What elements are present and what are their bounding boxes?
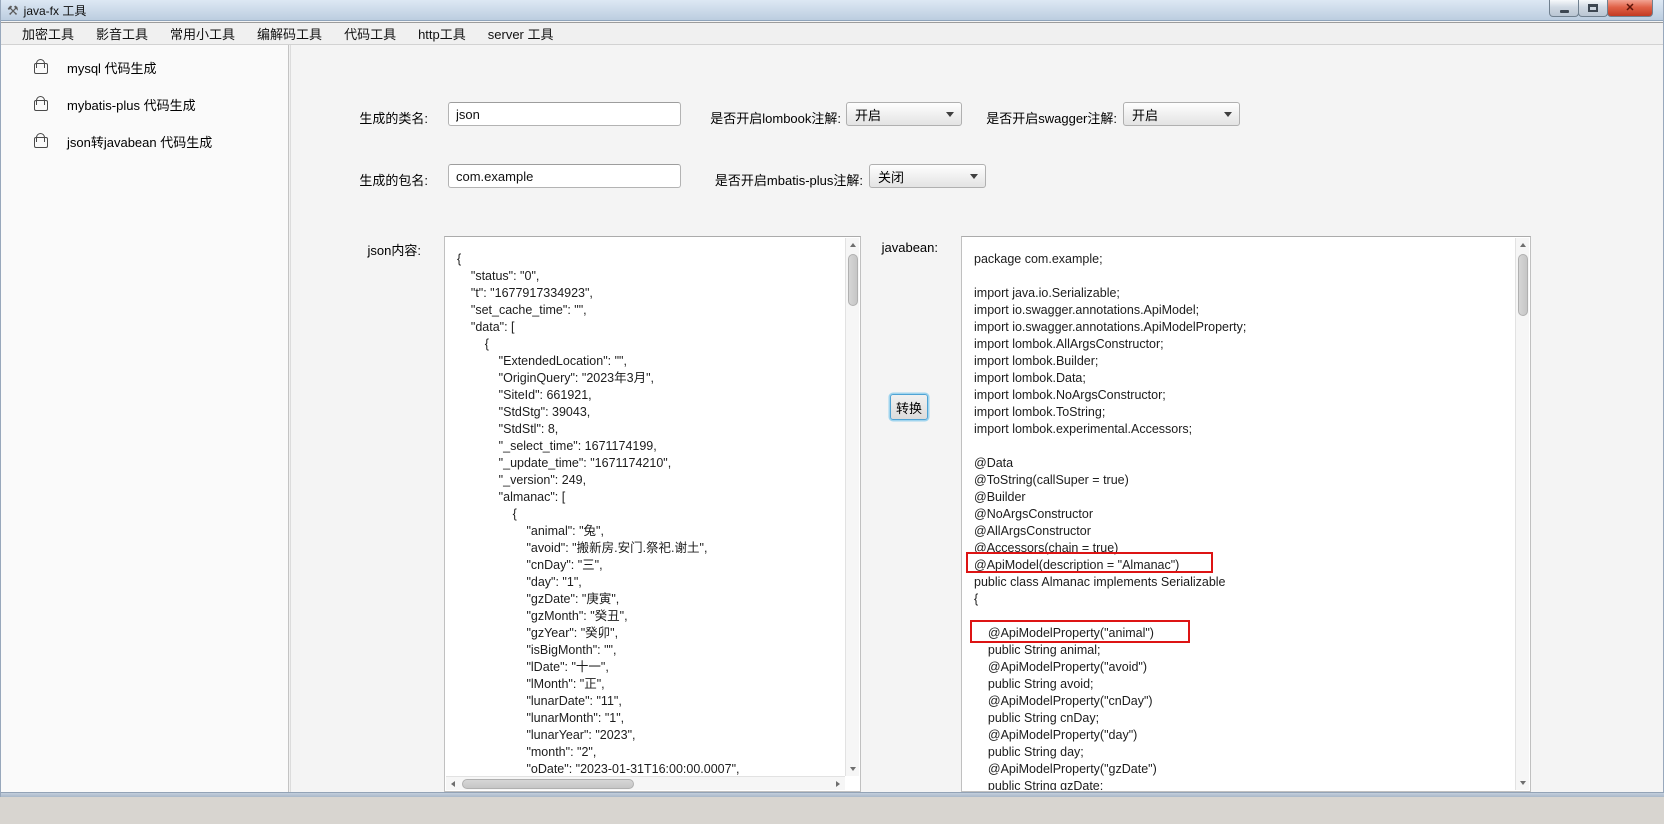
sidebar-item-label: json转javabean 代码生成 bbox=[67, 132, 212, 151]
window-title: java-fx 工具 bbox=[24, 2, 87, 19]
sidebar-item-label: mybatis-plus 代码生成 bbox=[67, 95, 196, 114]
package-name-label: 生成的包名: bbox=[301, 170, 428, 189]
menu-bar: 加密工具 影音工具 常用小工具 编解码工具 代码工具 http工具 server… bbox=[1, 22, 1663, 45]
scroll-left-icon[interactable] bbox=[446, 777, 460, 791]
sidebar: mysql 代码生成 mybatis-plus 代码生成 json转javabe… bbox=[1, 45, 288, 792]
tools-icon: ⚒ bbox=[7, 4, 19, 17]
menu-item-media-tools[interactable]: 影音工具 bbox=[85, 21, 159, 46]
scroll-up-icon[interactable] bbox=[1516, 238, 1530, 252]
json-content-text[interactable]: { "status": "0", "t": "1677917334923", "… bbox=[446, 238, 845, 776]
javabean-content-text[interactable]: package com.example; import java.io.Seri… bbox=[963, 238, 1515, 790]
lombok-toggle-label: 是否开启lombook注解: bbox=[691, 108, 841, 127]
swagger-toggle-label: 是否开启swagger注解: bbox=[961, 108, 1117, 127]
swagger-selected-value: 开启 bbox=[1124, 105, 1217, 124]
close-icon: ✕ bbox=[1625, 3, 1634, 14]
lock-icon bbox=[34, 59, 47, 74]
sidebar-item-mybatis-plus-codegen[interactable]: mybatis-plus 代码生成 bbox=[1, 92, 288, 116]
minimize-icon bbox=[1560, 10, 1569, 13]
chevron-down-icon bbox=[939, 112, 961, 117]
json-vertical-scrollbar[interactable] bbox=[845, 238, 859, 776]
menu-item-codec-tools[interactable]: 编解码工具 bbox=[246, 21, 333, 46]
menu-item-common-tools[interactable]: 常用小工具 bbox=[159, 21, 246, 46]
json-hscroll-thumb[interactable] bbox=[462, 779, 634, 789]
app-window: ⚒ java-fx 工具 ✕ 加密工具 影音工具 常用小工具 编解码工具 代码工… bbox=[0, 0, 1664, 797]
lombok-select[interactable]: 开启 bbox=[846, 102, 962, 126]
lock-icon bbox=[34, 133, 47, 148]
package-name-input[interactable] bbox=[448, 164, 681, 188]
close-button[interactable]: ✕ bbox=[1607, 0, 1653, 17]
mybatis-select[interactable]: 关闭 bbox=[869, 164, 986, 188]
convert-button[interactable]: 转换 bbox=[890, 394, 928, 420]
chevron-down-icon bbox=[963, 174, 985, 179]
minimize-button[interactable] bbox=[1549, 0, 1579, 17]
scroll-right-icon[interactable] bbox=[831, 777, 845, 791]
window-controls: ✕ bbox=[1550, 0, 1653, 17]
swagger-select[interactable]: 开启 bbox=[1123, 102, 1240, 126]
maximize-icon bbox=[1588, 4, 1598, 12]
javabean-label: javabean: bbox=[841, 240, 938, 255]
mybatis-toggle-label: 是否开启mbatis-plus注解: bbox=[691, 170, 863, 189]
json-vscroll-thumb[interactable] bbox=[848, 254, 858, 306]
chevron-down-icon bbox=[1217, 112, 1239, 117]
lombok-selected-value: 开启 bbox=[847, 105, 939, 124]
sidebar-item-label: mysql 代码生成 bbox=[67, 58, 157, 77]
lock-icon bbox=[34, 96, 47, 111]
menu-item-encrypt-tools[interactable]: 加密工具 bbox=[11, 21, 85, 46]
javabean-vertical-scrollbar[interactable] bbox=[1515, 238, 1529, 790]
titlebar: ⚒ java-fx 工具 ✕ bbox=[1, 0, 1663, 21]
json-content-label: json内容: bbox=[301, 240, 421, 259]
javabean-output-area[interactable]: package com.example; import java.io.Seri… bbox=[961, 236, 1531, 792]
scroll-down-icon[interactable] bbox=[846, 762, 860, 776]
scroll-down-icon[interactable] bbox=[1516, 776, 1530, 790]
menu-item-server-tools[interactable]: server 工具 bbox=[477, 21, 565, 46]
splitpane-divider[interactable] bbox=[288, 45, 291, 792]
menu-item-http-tools[interactable]: http工具 bbox=[407, 21, 477, 46]
sidebar-item-json-to-javabean[interactable]: json转javabean 代码生成 bbox=[1, 129, 288, 153]
class-name-label: 生成的类名: bbox=[301, 108, 428, 127]
window-bottom-frame bbox=[1, 792, 1664, 797]
json-input-area[interactable]: { "status": "0", "t": "1677917334923", "… bbox=[444, 236, 861, 792]
json-horizontal-scrollbar[interactable] bbox=[446, 776, 845, 790]
mybatis-selected-value: 关闭 bbox=[870, 167, 963, 186]
maximize-button[interactable] bbox=[1578, 0, 1608, 17]
javabean-vscroll-thumb[interactable] bbox=[1518, 254, 1528, 316]
class-name-input[interactable] bbox=[448, 102, 681, 126]
sidebar-item-mysql-codegen[interactable]: mysql 代码生成 bbox=[1, 55, 288, 79]
menu-item-code-tools[interactable]: 代码工具 bbox=[333, 21, 407, 46]
